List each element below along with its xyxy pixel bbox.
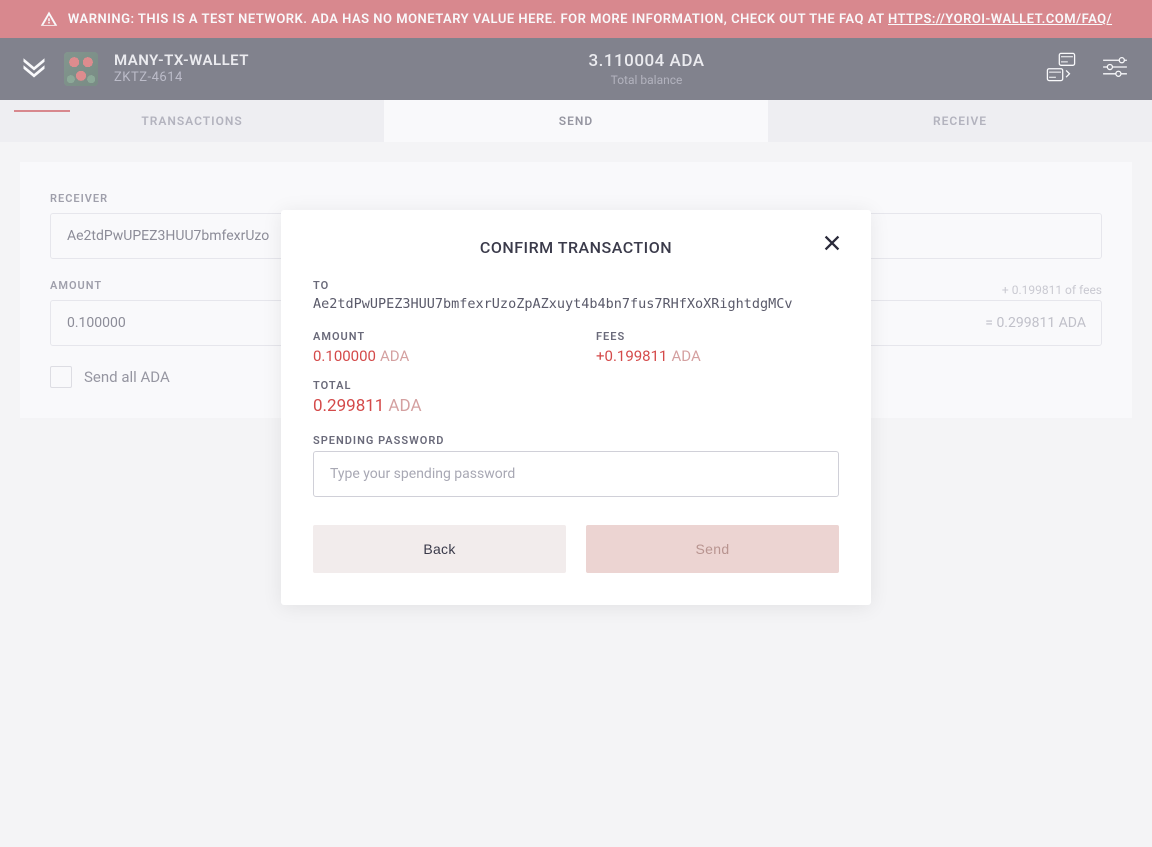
modal-amount-value: 0.100000ADA — [313, 347, 556, 365]
modal-overlay: CONFIRM TRANSACTION TO Ae2tdPwUPEZ3HUU7b… — [0, 0, 1152, 847]
spending-password-label: SPENDING PASSWORD — [313, 434, 839, 447]
modal-amount-label: AMOUNT — [313, 330, 556, 343]
confirm-transaction-dialog: CONFIRM TRANSACTION TO Ae2tdPwUPEZ3HUU7b… — [281, 210, 871, 605]
spending-password-input[interactable] — [313, 451, 839, 497]
to-label: TO — [313, 279, 839, 292]
modal-title: CONFIRM TRANSACTION — [313, 238, 839, 257]
modal-total-value: 0.299811ADA — [313, 396, 839, 416]
modal-fees-label: FEES — [596, 330, 839, 343]
send-button[interactable]: Send — [586, 525, 839, 573]
to-address: Ae2tdPwUPEZ3HUU7bmfexrUzoZpAZxuyt4b4bn7f… — [313, 296, 839, 312]
close-icon — [821, 232, 843, 254]
close-button[interactable] — [821, 232, 843, 254]
back-button[interactable]: Back — [313, 525, 566, 573]
modal-fees-value: +0.199811ADA — [596, 347, 839, 365]
modal-total-label: TOTAL — [313, 379, 839, 392]
